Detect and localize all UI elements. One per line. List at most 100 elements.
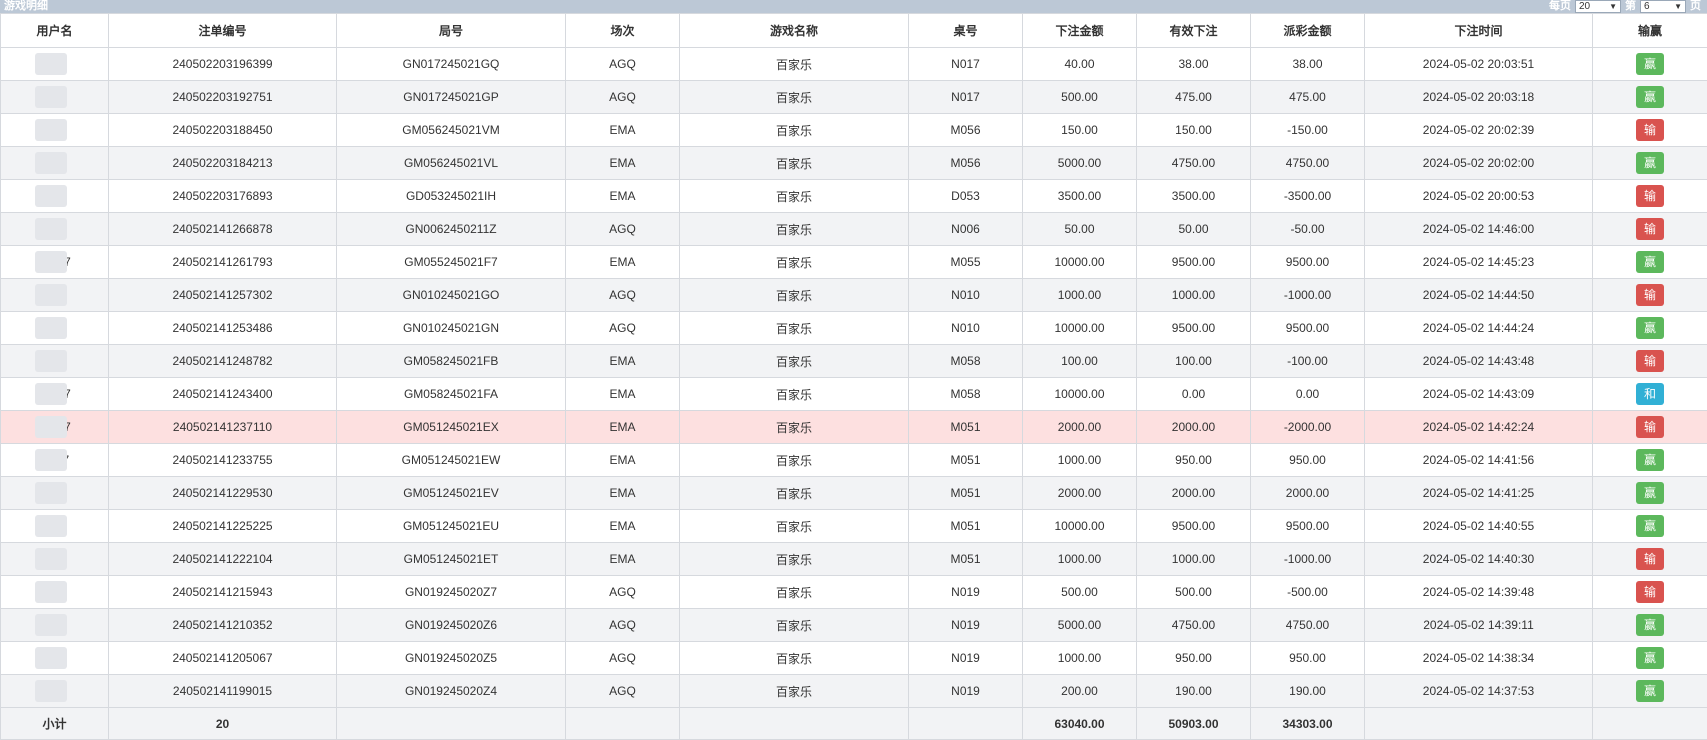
cell-bet-amount: 2000.00 (1023, 411, 1137, 444)
table-row[interactable]: y 7240502141248782GM058245021FBEMA百家乐M05… (1, 345, 1707, 378)
cell-round-id: GN010245021GO (337, 279, 566, 312)
cell-bet-time: 2024-05-02 14:44:50 (1365, 279, 1593, 312)
cell-bet-id: 240502141257302 (109, 279, 337, 312)
chevron-down-icon: ▼ (1674, 0, 1682, 13)
result-badge[interactable]: 赢 (1636, 53, 1664, 75)
cell-table-no: D053 (909, 180, 1023, 213)
cell-valid-bet: 3500.00 (1137, 180, 1251, 213)
table-row[interactable]: yf 207240502141261793GM055245021F7EMA百家乐… (1, 246, 1707, 279)
redaction-mask (35, 218, 67, 240)
redaction-mask (35, 548, 67, 570)
result-badge[interactable]: 赢 (1636, 449, 1664, 471)
result-badge[interactable]: 输 (1636, 548, 1664, 570)
cell-table-no: N010 (909, 312, 1023, 345)
subtotal-venue (566, 708, 680, 740)
cell-bet-time: 2024-05-02 14:43:09 (1365, 378, 1593, 411)
result-badge[interactable]: 和 (1636, 383, 1664, 405)
result-badge[interactable]: 赢 (1636, 614, 1664, 636)
table-row[interactable]: yf 07240502203176893GD053245021IHEMA百家乐D… (1, 180, 1707, 213)
result-badge[interactable]: 赢 (1636, 317, 1664, 339)
result-badge[interactable]: 赢 (1636, 647, 1664, 669)
table-row[interactable]: y 7240502141199015GN019245020Z4AGQ百家乐N01… (1, 675, 1707, 708)
table-row[interactable]: yf 207240502141237110GM051245021EXEMA百家乐… (1, 411, 1707, 444)
result-badge[interactable]: 赢 (1636, 482, 1664, 504)
table-row[interactable]: y 7240502141225225GM051245021EUEMA百家乐M05… (1, 510, 1707, 543)
redaction-mask (35, 614, 67, 636)
table-row[interactable]: yf 07240502141266878GN0062450211ZAGQ百家乐N… (1, 213, 1707, 246)
table-row[interactable]: yf 7240502203192751GN017245021GPAGQ百家乐N0… (1, 81, 1707, 114)
table-row[interactable]: yf 07240502203188450GM056245021VMEMA百家乐M… (1, 114, 1707, 147)
result-badge[interactable]: 输 (1636, 218, 1664, 240)
cell-bet-time: 2024-05-02 14:38:34 (1365, 642, 1593, 675)
page-select[interactable]: 6 ▼ (1640, 0, 1686, 13)
cell-game-name: 百家乐 (680, 246, 909, 279)
table-row[interactable]: y 07240502203196399GN017245021GQAGQ百家乐N0… (1, 48, 1707, 81)
table-row[interactable]: y 07240502141253486GN010245021GNAGQ百家乐N0… (1, 312, 1707, 345)
result-badge[interactable]: 赢 (1636, 251, 1664, 273)
cell-round-id: GM051245021EW (337, 444, 566, 477)
cell-bet-time: 2024-05-02 20:02:00 (1365, 147, 1593, 180)
cell-game-name: 百家乐 (680, 114, 909, 147)
cell-round-id: GM051245021ET (337, 543, 566, 576)
cell-bet-amount: 3500.00 (1023, 180, 1137, 213)
result-badge[interactable]: 输 (1636, 581, 1664, 603)
table-row[interactable]: yf 207240502141243400GM058245021FAEMA百家乐… (1, 378, 1707, 411)
cell-bet-id: 240502203184213 (109, 147, 337, 180)
result-badge[interactable]: 输 (1636, 350, 1664, 372)
cell-round-id: GN010245021GN (337, 312, 566, 345)
cell-username: y 7 (1, 675, 109, 708)
cell-game-name: 百家乐 (680, 180, 909, 213)
cell-bet-time: 2024-05-02 14:40:55 (1365, 510, 1593, 543)
table-row[interactable]: y 7240502141210352GN019245020Z6AGQ百家乐N01… (1, 609, 1707, 642)
table-row[interactable]: yf 07240502203184213GM056245021VLEMA百家乐M… (1, 147, 1707, 180)
cell-valid-bet: 100.00 (1137, 345, 1251, 378)
table-row[interactable]: y 7240502141205067GN019245020Z5AGQ百家乐N01… (1, 642, 1707, 675)
cell-payout: 0.00 (1251, 378, 1365, 411)
cell-bet-id: 240502141205067 (109, 642, 337, 675)
cell-valid-bet: 4750.00 (1137, 147, 1251, 180)
table-row[interactable]: yf 7240502141215943GN019245020Z7AGQ百家乐N0… (1, 576, 1707, 609)
per-page-select[interactable]: 20 ▼ (1575, 0, 1621, 13)
result-badge[interactable]: 输 (1636, 416, 1664, 438)
cell-venue: AGQ (566, 81, 680, 114)
cell-valid-bet: 9500.00 (1137, 312, 1251, 345)
cell-username: yf 07 (1, 147, 109, 180)
cell-username: y 207 (1, 444, 109, 477)
cell-venue: AGQ (566, 576, 680, 609)
cell-result: 赢 (1593, 510, 1707, 543)
result-badge[interactable]: 输 (1636, 119, 1664, 141)
column-header-bet-amount: 下注金额 (1023, 14, 1137, 48)
cell-table-no: N017 (909, 48, 1023, 81)
cell-result: 输 (1593, 180, 1707, 213)
cell-valid-bet: 1000.00 (1137, 543, 1251, 576)
result-badge[interactable]: 赢 (1636, 680, 1664, 702)
table-row[interactable]: yf 07240502141257302GN010245021GOAGQ百家乐N… (1, 279, 1707, 312)
result-badge[interactable]: 赢 (1636, 152, 1664, 174)
cell-game-name: 百家乐 (680, 312, 909, 345)
cell-bet-amount: 500.00 (1023, 576, 1137, 609)
cell-bet-amount: 2000.00 (1023, 477, 1137, 510)
cell-bet-amount: 50.00 (1023, 213, 1137, 246)
cell-bet-amount: 1000.00 (1023, 444, 1137, 477)
cell-valid-bet: 1000.00 (1137, 279, 1251, 312)
result-badge[interactable]: 赢 (1636, 86, 1664, 108)
result-badge[interactable]: 赢 (1636, 515, 1664, 537)
redaction-mask (35, 416, 67, 438)
table-row[interactable]: y 7240502141222104GM051245021ETEMA百家乐M05… (1, 543, 1707, 576)
cell-bet-amount: 150.00 (1023, 114, 1137, 147)
cell-table-no: N006 (909, 213, 1023, 246)
table-row[interactable]: yf 07240502141229530GM051245021EVEMA百家乐M… (1, 477, 1707, 510)
cell-round-id: GM056245021VM (337, 114, 566, 147)
redaction-mask (35, 383, 67, 405)
cell-username: yf 207 (1, 411, 109, 444)
cell-payout: 9500.00 (1251, 246, 1365, 279)
cell-round-id: GN017245021GQ (337, 48, 566, 81)
cell-round-id: GM058245021FB (337, 345, 566, 378)
cell-venue: AGQ (566, 642, 680, 675)
result-badge[interactable]: 输 (1636, 284, 1664, 306)
cell-username: yf 207 (1, 246, 109, 279)
cell-bet-id: 240502141215943 (109, 576, 337, 609)
table-row[interactable]: y 207240502141233755GM051245021EWEMA百家乐M… (1, 444, 1707, 477)
result-badge[interactable]: 输 (1636, 185, 1664, 207)
subtotal-game-name (680, 708, 909, 740)
